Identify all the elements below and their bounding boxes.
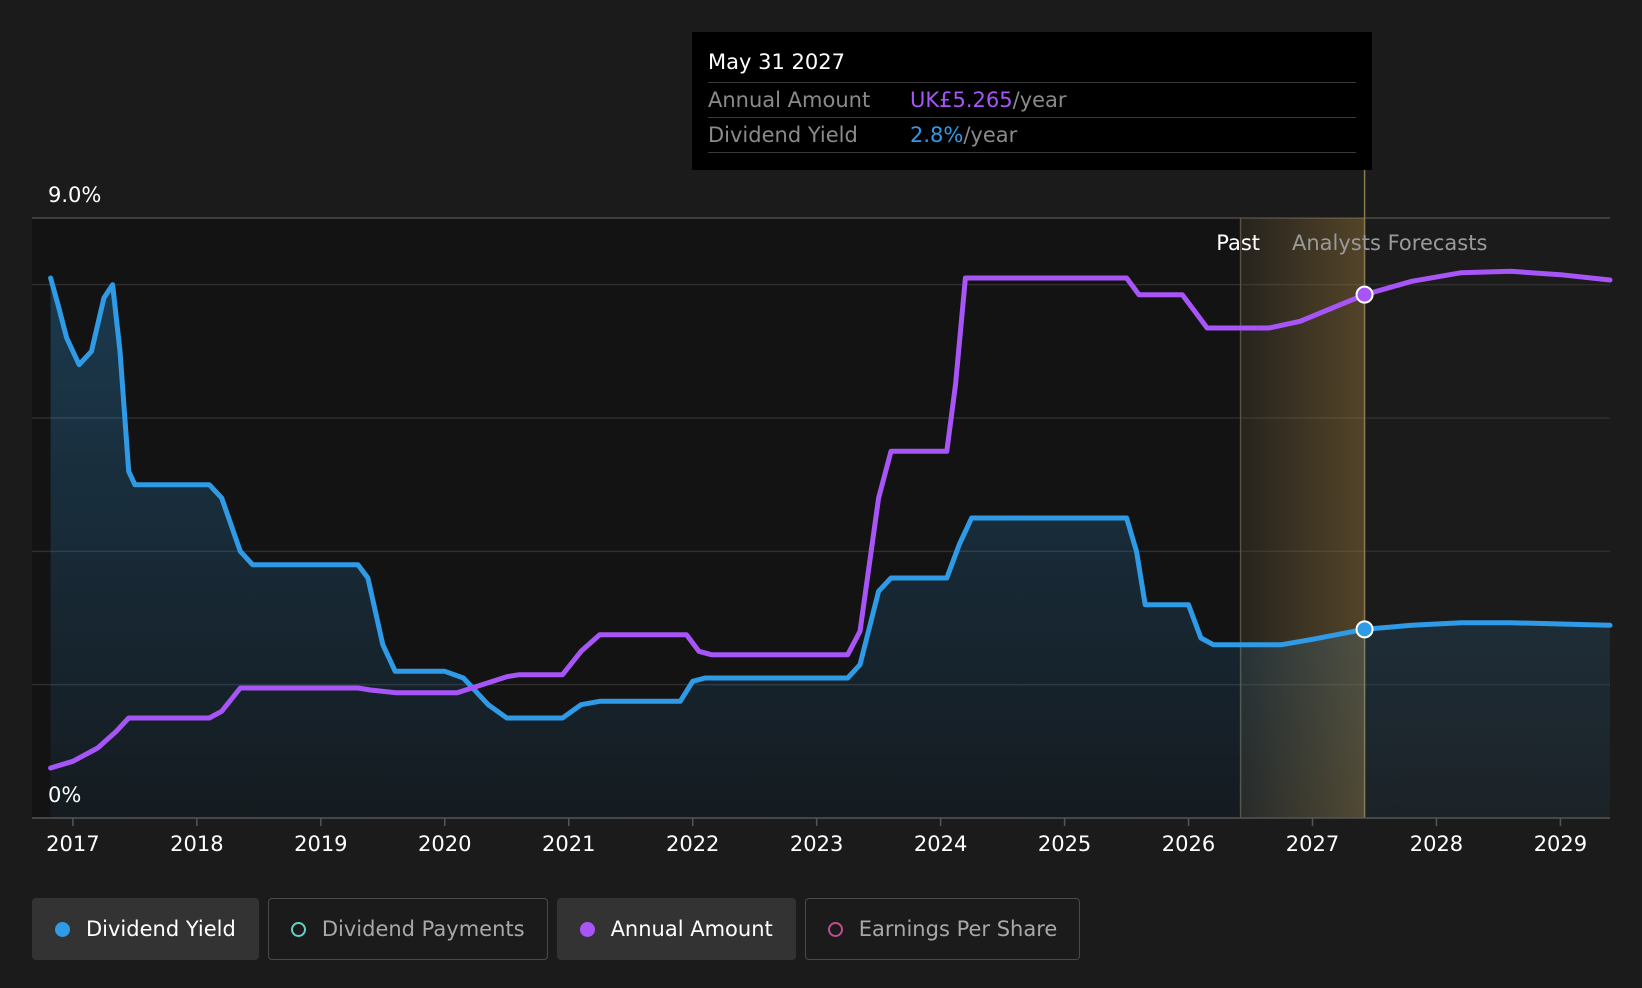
x-tick-label: 2028 [1410, 832, 1463, 856]
x-axis-ticks: 2017 2018 2019 2020 2021 2022 2023 2024 2025 2026… [46, 818, 1587, 856]
legend-item-dividend-yield[interactable]: Dividend Yield [32, 898, 259, 960]
tooltip-value: UK£5.265/year [910, 88, 1067, 112]
legend-dot-icon [55, 921, 70, 937]
tooltip-label: Dividend Yield [708, 123, 858, 147]
tooltip-value: 2.8%/year [910, 123, 1018, 147]
legend-label: Dividend Payments [321, 917, 525, 941]
legend-item-dividend-payments[interactable]: Dividend Payments [267, 898, 548, 960]
x-tick-label: 2025 [1038, 832, 1091, 856]
forecast-region-label: Analysts Forecasts [1292, 231, 1487, 255]
tooltip-row-dividend-yield: Dividend Yield 2.8%/year [708, 118, 1356, 153]
y-axis-top-label: 9.0% [48, 183, 101, 207]
legend-ring-icon [290, 921, 306, 937]
annual-amount-hover-point [1355, 285, 1374, 304]
x-tick-label: 2017 [46, 832, 99, 856]
x-tick-label: 2021 [542, 832, 595, 856]
y-axis-bottom-label: 0% [48, 783, 81, 807]
x-tick-label: 2026 [1162, 832, 1215, 856]
x-tick-label: 2020 [418, 832, 471, 856]
tooltip-date: May 31 2027 [708, 46, 1356, 83]
dividend-yield-hover-point [1355, 620, 1374, 639]
chart-legend: Dividend Yield Dividend Payments Annual … [32, 898, 1089, 960]
x-tick-label: 2018 [170, 832, 223, 856]
legend-label: Earnings Per Share [858, 917, 1058, 941]
legend-dot-icon [579, 921, 595, 937]
legend-label: Dividend Yield [86, 917, 236, 941]
x-tick-label: 2029 [1534, 832, 1587, 856]
hover-tooltip: May 31 2027 Annual Amount UK£5.265/year … [692, 32, 1372, 170]
legend-ring-icon [827, 921, 843, 937]
tooltip-row-annual-amount: Annual Amount UK£5.265/year [708, 83, 1356, 118]
x-tick-label: 2019 [294, 832, 347, 856]
x-tick-label: 2022 [666, 832, 719, 856]
tooltip-label: Annual Amount [708, 88, 871, 112]
x-tick-label: 2023 [790, 832, 843, 856]
legend-item-annual-amount[interactable]: Annual Amount [556, 898, 796, 960]
past-region-label: Past [1216, 231, 1260, 255]
x-tick-label: 2024 [914, 832, 967, 856]
legend-label: Annual Amount [610, 917, 773, 941]
x-tick-label: 2027 [1286, 832, 1339, 856]
legend-item-earnings-per-share[interactable]: Earnings Per Share [804, 898, 1081, 960]
